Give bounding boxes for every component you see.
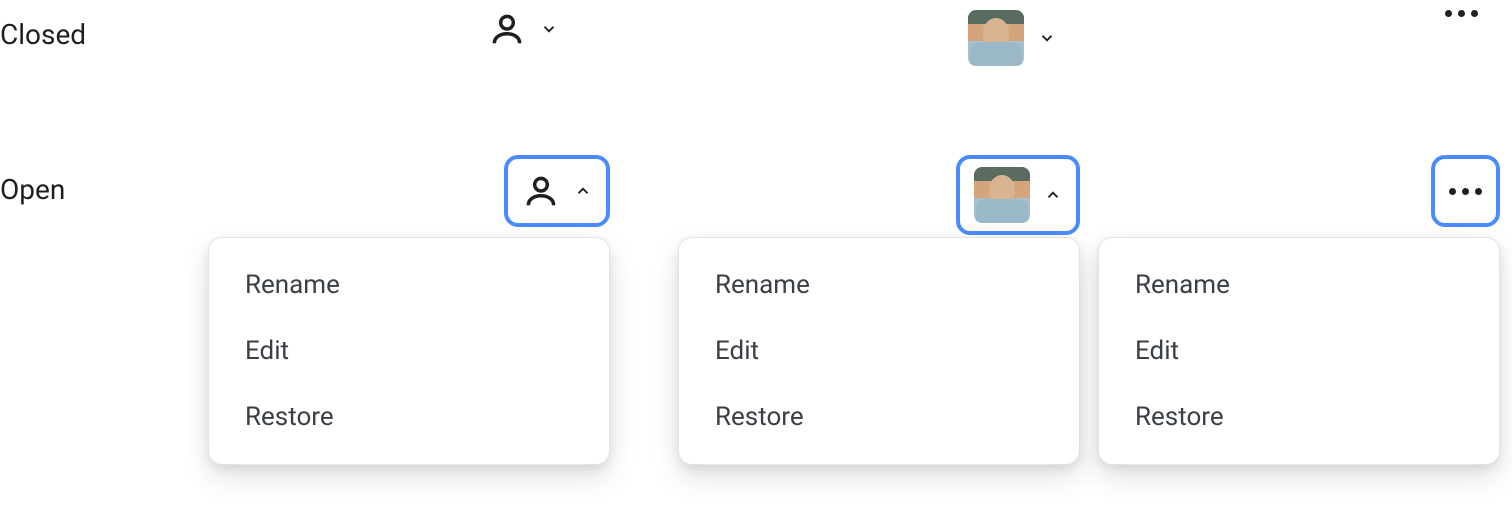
menu-item-restore[interactable]: Restore <box>679 384 1079 450</box>
dropdown-menu: Rename Edit Restore <box>678 237 1080 465</box>
menu-item-restore[interactable]: Restore <box>1099 384 1499 450</box>
chevron-up-icon <box>1044 186 1062 204</box>
avatar-icon <box>974 167 1030 223</box>
closed-variant-avatar <box>610 0 1080 76</box>
state-label-closed: Closed <box>0 0 160 51</box>
state-label-open: Open <box>0 155 160 206</box>
chevron-down-icon <box>1038 29 1056 47</box>
more-menu-trigger-open[interactable] <box>1431 155 1500 227</box>
chevron-up-icon <box>574 182 592 200</box>
avatar-dropdown-trigger-closed[interactable] <box>954 0 1070 76</box>
closed-variant-more <box>1080 0 1500 27</box>
user-dropdown-trigger-closed[interactable] <box>474 0 572 58</box>
avatar-dropdown-trigger-open[interactable] <box>956 155 1080 235</box>
dropdown-menu: Rename Edit Restore <box>208 237 610 465</box>
more-menu-trigger-closed[interactable] <box>1431 0 1492 27</box>
menu-item-edit[interactable]: Edit <box>679 318 1079 384</box>
menu-item-rename[interactable]: Rename <box>209 252 609 318</box>
closed-variant-user-icon <box>160 0 610 58</box>
user-icon <box>522 172 560 210</box>
menu-item-edit[interactable]: Edit <box>1099 318 1499 384</box>
menu-item-restore[interactable]: Restore <box>209 384 609 450</box>
closed-row: Closed <box>0 0 1512 100</box>
more-horizontal-icon <box>1445 10 1478 17</box>
menu-item-edit[interactable]: Edit <box>209 318 609 384</box>
open-variant-more: Rename Edit Restore <box>1080 155 1500 227</box>
user-icon <box>488 10 526 48</box>
more-horizontal-icon <box>1449 188 1482 195</box>
open-variant-user-icon: Rename Edit Restore <box>160 155 610 227</box>
open-variant-avatar: Rename Edit Restore <box>610 155 1080 235</box>
dropdown-menu: Rename Edit Restore <box>1098 237 1500 465</box>
user-dropdown-trigger-open[interactable] <box>504 155 610 227</box>
open-row: Open Rename Edit Restore <box>0 155 1512 235</box>
avatar-icon <box>968 10 1024 66</box>
chevron-down-icon <box>540 20 558 38</box>
menu-item-rename[interactable]: Rename <box>679 252 1079 318</box>
menu-item-rename[interactable]: Rename <box>1099 252 1499 318</box>
